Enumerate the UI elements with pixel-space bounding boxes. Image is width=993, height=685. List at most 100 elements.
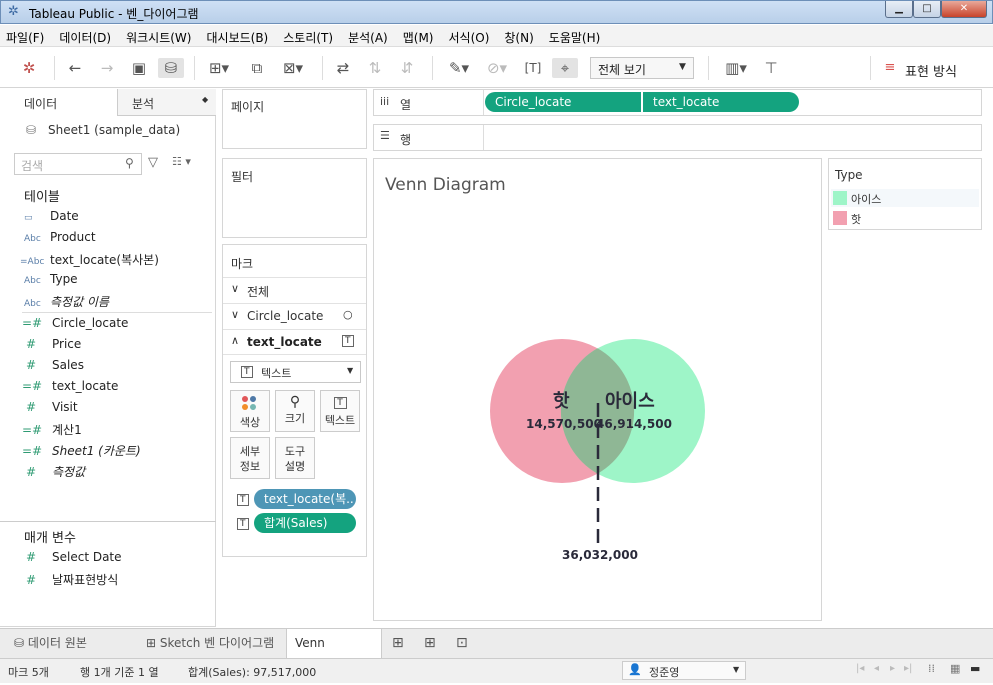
mark-type-select[interactable]: T 텍스트 ▼ xyxy=(230,361,361,383)
pages-shelf[interactable]: 페이지 xyxy=(222,89,367,149)
menu-worksheet[interactable]: 워크시트(W) xyxy=(120,25,200,46)
tab-venn-diagram[interactable]: Venn Diagram xyxy=(286,629,382,678)
nav-prev-icon[interactable]: ◂ xyxy=(874,663,879,674)
measure-text-locate[interactable]: =# text_locate xyxy=(22,379,118,393)
fix-axes-icon[interactable]: ⌖ xyxy=(552,58,578,78)
nav-last-icon[interactable]: ▸| xyxy=(904,663,912,674)
tab-datasource[interactable]: ⛁ 데이터 원본 xyxy=(6,629,136,658)
measure-values[interactable]: # 측정값 xyxy=(22,463,85,480)
nav-first-icon[interactable]: |◂ xyxy=(856,663,864,674)
marks-text-row[interactable]: ∧ text_locate T xyxy=(223,329,366,355)
param-date-format[interactable]: # 날짜표현방식 xyxy=(22,571,118,588)
measure-circle-locate[interactable]: =# Circle_locate xyxy=(22,316,128,330)
menu-data[interactable]: 데이터(D) xyxy=(53,25,120,46)
measure-sales[interactable]: # Sales xyxy=(22,358,84,372)
undo-icon[interactable]: ← xyxy=(64,58,86,78)
param-select-date[interactable]: # Select Date xyxy=(22,550,122,564)
columns-pill-text-locate[interactable]: text_locate xyxy=(643,92,799,112)
sheet-sorter-icon[interactable]: ⁞⁞ xyxy=(928,662,935,675)
sum-info: 합계(Sales): 97,517,000 xyxy=(188,666,317,679)
tableau-home-icon[interactable]: ✲ xyxy=(18,58,40,78)
datasource-name[interactable]: Sheet1 (sample_data) xyxy=(48,123,180,137)
nav-next-icon[interactable]: ▸ xyxy=(890,663,895,674)
measure-price[interactable]: # Price xyxy=(22,337,81,351)
menu-dashboard[interactable]: 대시보드(B) xyxy=(200,25,277,46)
detail-button[interactable]: 세부 정보 xyxy=(230,437,270,479)
view-size-value: 전체 보기 xyxy=(598,63,646,77)
parameters-header: 매개 변수 xyxy=(24,531,76,546)
menu-window[interactable]: 창(N) xyxy=(498,25,542,46)
dimension-type[interactable]: Abc Type xyxy=(24,272,78,286)
columns-pill-circle-locate[interactable]: Circle_locate xyxy=(485,92,641,112)
close-button[interactable]: ✕ xyxy=(941,1,987,18)
label-icon[interactable]: [T] xyxy=(522,58,544,78)
user-select[interactable]: 👤 정준영 ▼ xyxy=(622,661,746,680)
measure-sheet1-count[interactable]: =# Sheet1 (카운트) xyxy=(22,442,141,459)
search-input[interactable]: 검색 ⚲ xyxy=(14,153,142,175)
show-me-button[interactable]: 표현 방식 xyxy=(905,61,957,80)
divider xyxy=(22,312,212,313)
redo-icon[interactable]: → xyxy=(96,58,118,78)
menu-story[interactable]: 스토리(T) xyxy=(277,25,342,46)
presentation-icon[interactable]: ⊤ xyxy=(760,58,782,78)
tab-data[interactable]: 데이터 xyxy=(6,89,118,116)
marks-all-row[interactable]: ∨ 전체 xyxy=(223,277,366,303)
dimension-product[interactable]: Abc Product xyxy=(24,230,96,244)
filter-icon[interactable]: ▽ xyxy=(148,155,158,170)
show-cards-icon[interactable]: ▥▾ xyxy=(718,58,754,78)
sort-asc-icon[interactable]: ⇅ xyxy=(364,58,386,78)
marks-circle-row[interactable]: ∨ Circle_locate ○ xyxy=(223,303,366,329)
marks-count: 마크 5개 xyxy=(8,666,49,679)
menu-analysis[interactable]: 분석(A) xyxy=(342,25,397,46)
dimension-text-locate-copy[interactable]: =Abc text_locate(복사본) xyxy=(20,251,159,268)
new-dashboard-icon[interactable]: ⊞ xyxy=(416,629,444,658)
string-icon: Abc xyxy=(24,299,41,309)
filters-shelf[interactable]: 필터 xyxy=(222,158,367,238)
maximize-button[interactable]: □ xyxy=(913,1,941,18)
size-button[interactable]: ⚲ 크기 xyxy=(275,390,315,432)
highlight-icon[interactable]: ✎▾ xyxy=(444,58,474,78)
view-options-icon[interactable]: ☷ ▾ xyxy=(172,155,191,168)
new-datasource-icon[interactable]: ⛁ xyxy=(158,58,184,78)
size-icon: ⚲ xyxy=(289,394,301,410)
marks-pill-text-locate[interactable]: text_locate(복.. xyxy=(254,489,356,509)
legend-item[interactable]: 핫 xyxy=(831,209,979,227)
marks-pill-sum-sales[interactable]: 합계(Sales) xyxy=(254,513,356,533)
legend-item[interactable]: 아이스 xyxy=(831,189,979,207)
tooltip-button[interactable]: 도구 설명 xyxy=(275,437,315,479)
dimension-measure-names[interactable]: Abc 측정값 이름 xyxy=(24,293,109,310)
show-me-icon[interactable]: ≡ xyxy=(882,58,898,78)
filmstrip-icon[interactable]: ▦ xyxy=(950,662,960,675)
minimize-button[interactable]: ▁ xyxy=(885,1,913,18)
columns-shelf[interactable]: iii 열 Circle_locate text_locate xyxy=(373,89,982,116)
group-icon[interactable]: ⊘▾ xyxy=(482,58,512,78)
new-story-icon[interactable]: ⊡ xyxy=(448,629,476,658)
chevron-down-icon: ∨ xyxy=(231,308,240,321)
menu-file[interactable]: 파일(F) xyxy=(0,25,53,46)
menu-help[interactable]: 도움말(H) xyxy=(543,25,610,46)
measure-calc1[interactable]: =# 계산1 xyxy=(22,421,82,438)
dimension-date[interactable]: ▭ Date xyxy=(24,209,79,223)
duplicate-sheet-icon[interactable]: ⧉ xyxy=(246,58,268,78)
tab-sketch-venn[interactable]: ⊞ Sketch 벤 다이어그램 xyxy=(138,629,286,658)
rows-shelf[interactable]: ☰ 행 xyxy=(373,124,982,151)
marks-header: 마크 xyxy=(231,257,254,271)
view-size-select[interactable]: 전체 보기 ▼ xyxy=(590,57,694,79)
ice-value: 46,914,500 xyxy=(596,417,672,431)
tabs-view-icon[interactable]: ▬ xyxy=(970,662,980,675)
menu-map[interactable]: 맵(M) xyxy=(397,25,443,46)
tab-menu-icon[interactable]: ◆ xyxy=(202,95,208,104)
swap-icon[interactable]: ⇄ xyxy=(332,58,354,78)
sort-desc-icon[interactable]: ⇵ xyxy=(396,58,418,78)
calc-number-icon: =# xyxy=(22,316,43,330)
color-button[interactable]: 색상 xyxy=(230,390,270,432)
new-worksheet-icon[interactable]: ⊞ xyxy=(384,629,412,658)
clear-sheet-icon[interactable]: ⊠▾ xyxy=(276,58,310,78)
chevron-down-icon: ▼ xyxy=(679,62,686,72)
measure-visit[interactable]: # Visit xyxy=(22,400,78,414)
menu-format[interactable]: 서식(O) xyxy=(443,25,499,46)
new-worksheet-icon[interactable]: ⊞▾ xyxy=(204,58,234,78)
save-icon[interactable]: ▣ xyxy=(128,58,150,78)
tab-analysis[interactable]: 분석 ◆ xyxy=(118,89,216,116)
label-button[interactable]: T 텍스트 xyxy=(320,390,360,432)
